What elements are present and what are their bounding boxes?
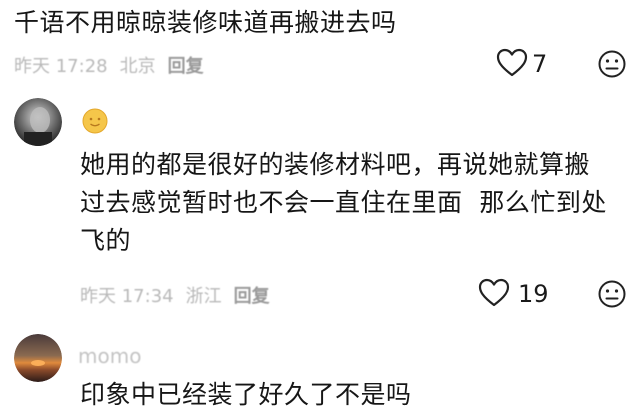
comment-meta: 昨天 17:34 浙江 回复 (80, 282, 270, 308)
comment-date: 昨天 17:28 (14, 56, 108, 77)
username[interactable]: momo (78, 344, 141, 368)
comment-location: 北京 (119, 56, 156, 77)
neutral-face-icon[interactable] (598, 280, 626, 308)
comment-line: 她用的都是很好的装修材料吧，再说她就算搬 (80, 150, 591, 179)
neutral-face-icon[interactable] (598, 50, 626, 78)
like-count: 7 (532, 50, 548, 78)
comment-text: 她用的都是很好的装修材料吧，再说她就算搬 过去感觉暂时也不会一直住在里面 那么忙… (80, 146, 628, 260)
comment-text: 印象中已经装了好久了不是吗 (80, 380, 412, 409)
comment-text: 千语不用晾晾装修味道再搬进去吗 (14, 8, 397, 37)
emoji-badge-icon (82, 108, 108, 134)
heart-icon[interactable] (496, 48, 528, 78)
avatar[interactable] (14, 334, 62, 382)
comment-meta: 昨天 17:28 北京 回复 (14, 52, 204, 78)
comment-line: 过去感觉暂时也不会一直住在里面 那么忙到处 (80, 188, 607, 217)
reply-button[interactable]: 回复 (168, 56, 204, 77)
reply-button[interactable]: 回复 (234, 286, 270, 307)
like-count: 19 (518, 280, 549, 308)
heart-icon[interactable] (478, 278, 510, 308)
comment-line: 飞的 (80, 226, 132, 255)
comment-location: 浙江 (185, 286, 222, 307)
avatar[interactable] (14, 98, 62, 146)
comment-date: 昨天 17:34 (80, 286, 174, 307)
